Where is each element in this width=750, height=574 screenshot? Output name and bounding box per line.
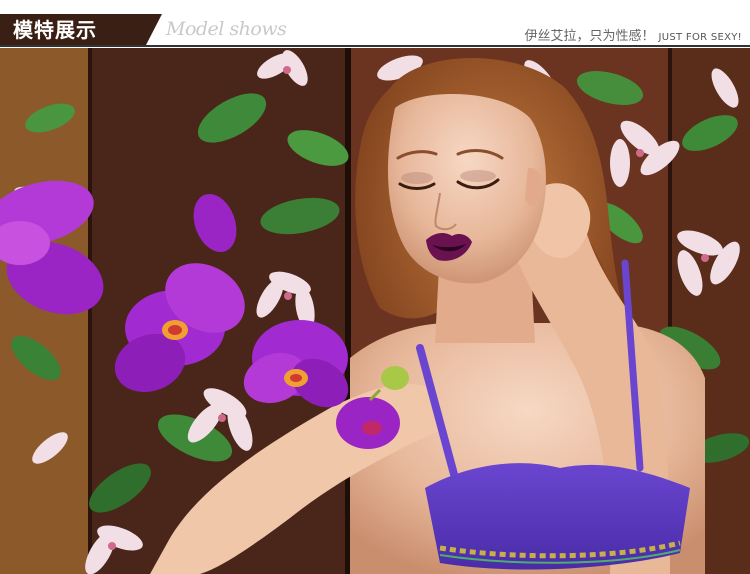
product-detail-section: 模特展示 Model shows 伊丝艾拉，只为性感！ JUST FOR SEXY… [0, 0, 750, 574]
header-divider [0, 45, 750, 47]
brand-slogan: 伊丝艾拉，只为性感！ JUST FOR SEXY! [524, 25, 742, 44]
model-face [387, 94, 546, 284]
section-header: 模特展示 Model shows 伊丝艾拉，只为性感！ JUST FOR SEXY… [0, 0, 750, 48]
section-title-block: 模特展示 [0, 14, 162, 45]
section-title: 模特展示 [13, 18, 97, 42]
model-photo-illustration [0, 48, 750, 574]
slogan-chinese: 伊丝艾拉，只为性感！ [524, 29, 655, 44]
section-subtitle: Model shows [166, 18, 287, 40]
model-photo [0, 48, 750, 574]
slogan-english: JUST FOR SEXY! [658, 32, 742, 43]
